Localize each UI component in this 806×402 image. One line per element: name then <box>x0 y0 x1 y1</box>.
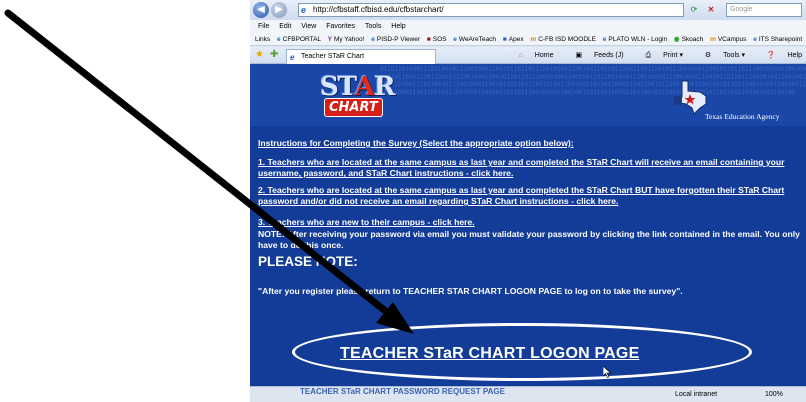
help-label: Help <box>787 52 802 59</box>
search-input[interactable]: Google <box>726 3 802 17</box>
security-zone-label: Local intranet <box>675 391 718 398</box>
home-icon: ⌂ <box>518 52 523 59</box>
print-button[interactable]: ⎙ Print ▾ <box>636 52 683 59</box>
sos-icon: ■ <box>426 36 431 43</box>
feeds-button[interactable]: ▣ Feeds (J) <box>565 52 623 59</box>
back-icon: ◀ <box>257 4 265 15</box>
ie-icon: e <box>453 36 457 43</box>
links-label: Links <box>255 36 271 43</box>
agency-label: Texas Education Agency <box>705 112 780 121</box>
link-label: PLATO WLN - Login <box>608 36 668 43</box>
link-cfbportal[interactable]: e CFBPORTAL <box>277 36 321 43</box>
home-button[interactable]: ⌂ Home <box>509 52 554 59</box>
feeds-label: Feeds (J) <box>594 52 624 59</box>
validation-note: NOTE: After receiving your password via … <box>258 229 800 250</box>
link-label: PISD-P Viewer <box>376 36 420 43</box>
ie-icon: e <box>277 36 281 43</box>
menu-bar: File Edit View Favorites Tools Help <box>250 20 806 33</box>
search-placeholder: Google <box>730 6 753 13</box>
moodle-icon: m <box>530 36 537 43</box>
gear-icon: ⚙ <box>704 52 712 59</box>
links-bar: Links e CFBPORTAL Y My Yahoo! e PISD-P View… <box>250 33 806 46</box>
link-label: ITS Sharepoint <box>758 36 803 43</box>
mouse-cursor-icon <box>603 366 611 378</box>
screenshot-stage: ◀ ▶ e http://cfbstaff.cfbisd.edu/cfbstar… <box>0 0 806 402</box>
ie-icon: e <box>753 36 757 43</box>
apex-icon: ■ <box>502 36 507 43</box>
feeds-icon: ▣ <box>575 52 583 59</box>
link-its-sharepoint[interactable]: e ITS Sharepoint <box>753 36 802 43</box>
star-chart-logo: STAR CHART <box>320 72 395 122</box>
forward-button[interactable]: ▶ <box>271 2 287 18</box>
link-label: C-FB ISD MOODLE <box>538 36 596 43</box>
page-header: 0110110100011101100101110010001100101101… <box>250 64 806 126</box>
menu-edit[interactable]: Edit <box>279 23 291 30</box>
ie-icon: e <box>602 36 607 43</box>
option-link-forgot-password[interactable]: 2. Teachers who are located at the same … <box>258 185 804 207</box>
address-toolbar: ◀ ▶ e http://cfbstaff.cfbisd.edu/cfbstar… <box>250 0 806 20</box>
address-text: http://cfbstaff.cfbisd.edu/cfbstarchart/ <box>313 5 444 14</box>
forward-icon: ▶ <box>275 4 283 15</box>
link-vcampus[interactable]: m VCampus <box>710 36 746 43</box>
menu-help[interactable]: Help <box>391 23 405 30</box>
logo-chart-text: CHART <box>324 98 383 117</box>
skoach-icon: ◉ <box>673 36 680 43</box>
link-weareteach[interactable]: e WeAreTeach <box>453 36 496 43</box>
link-label: WeAreTeach <box>458 36 497 43</box>
tab-bar: ★ ✚ e Teacher STaR Chart ⌂ Home ▣ Feeds … <box>250 47 806 64</box>
please-note-heading: PLEASE NOTE: <box>258 254 358 269</box>
ie-page-icon: e <box>290 53 295 62</box>
menu-favorites[interactable]: Favorites <box>326 23 355 30</box>
print-label: Print <box>663 52 678 59</box>
tools-label: Tools <box>723 52 740 59</box>
link-pisd-viewer[interactable]: e PISD-P Viewer <box>371 36 420 43</box>
tab-teacher-star-chart[interactable]: e Teacher STaR Chart <box>286 49 436 64</box>
moodle-icon: m <box>710 36 716 43</box>
link-apex[interactable]: ■ Apex <box>503 36 524 43</box>
link-label: CFBPORTAL <box>282 36 321 43</box>
link-label: Apex <box>508 36 524 43</box>
stop-button[interactable]: ✕ <box>705 3 717 17</box>
tools-button[interactable]: ⚙ Tools ▾ <box>695 52 745 59</box>
help-button[interactable]: ❓ Help <box>757 52 802 59</box>
home-label: Home <box>534 52 554 59</box>
option-link-returning-teachers[interactable]: 1. Teachers who are located at the same … <box>258 157 804 179</box>
link-plato[interactable]: e PLATO WLN - Login <box>603 36 667 43</box>
address-bar[interactable]: e http://cfbstaff.cfbisd.edu/cfbstarchar… <box>298 3 684 17</box>
back-button[interactable]: ◀ <box>253 2 269 18</box>
link-skoach[interactable]: ◉ Skoach <box>674 36 703 43</box>
highlight-ellipse <box>292 323 752 381</box>
link-label: SOS <box>432 36 447 43</box>
menu-view[interactable]: View <box>301 23 316 30</box>
stop-icon: ✕ <box>707 5 715 14</box>
add-favorite-icon[interactable]: ✚ <box>270 49 278 60</box>
menu-file[interactable]: File <box>258 23 269 30</box>
refresh-button[interactable]: ⟳ <box>688 3 700 17</box>
ie-page-icon: e <box>301 5 307 15</box>
ie-icon: e <box>371 36 375 43</box>
menu-tools[interactable]: Tools <box>365 23 381 30</box>
favorites-star-icon[interactable]: ★ <box>255 49 264 60</box>
command-bar: ⌂ Home ▣ Feeds (J) ⎙ Print ▾ ⚙ Tools ▾ ❓… <box>499 50 802 61</box>
print-icon: ⎙ <box>645 52 652 59</box>
texas-map-icon <box>673 80 707 115</box>
link-moodle[interactable]: m C-FB ISD MOODLE <box>530 36 596 43</box>
register-reminder-text: "After you register please return to TEA… <box>258 286 683 296</box>
tab-title: Teacher STaR Chart <box>301 53 365 60</box>
zoom-level[interactable]: 100% <box>765 387 783 402</box>
partially-visible-link: TEACHER STaR CHART PASSWORD REQUEST PAGE <box>300 388 505 396</box>
refresh-icon: ⟳ <box>690 5 698 14</box>
instructions-heading: Instructions for Completing the Survey (… <box>258 138 574 148</box>
link-label: Skoach <box>681 36 704 43</box>
yahoo-icon: Y <box>327 36 332 43</box>
binary-background-pattern: 0110110100011101100101110010001100101101… <box>380 66 806 96</box>
link-label: VCampus <box>717 36 747 43</box>
link-sos[interactable]: ■ SOS <box>427 36 447 43</box>
link-my-yahoo[interactable]: Y My Yahoo! <box>328 36 365 43</box>
help-icon: ❓ <box>766 52 776 59</box>
link-label: My Yahoo! <box>333 36 365 43</box>
option-link-new-teachers[interactable]: 3. Teachers who are new to their campus … <box>258 217 804 228</box>
